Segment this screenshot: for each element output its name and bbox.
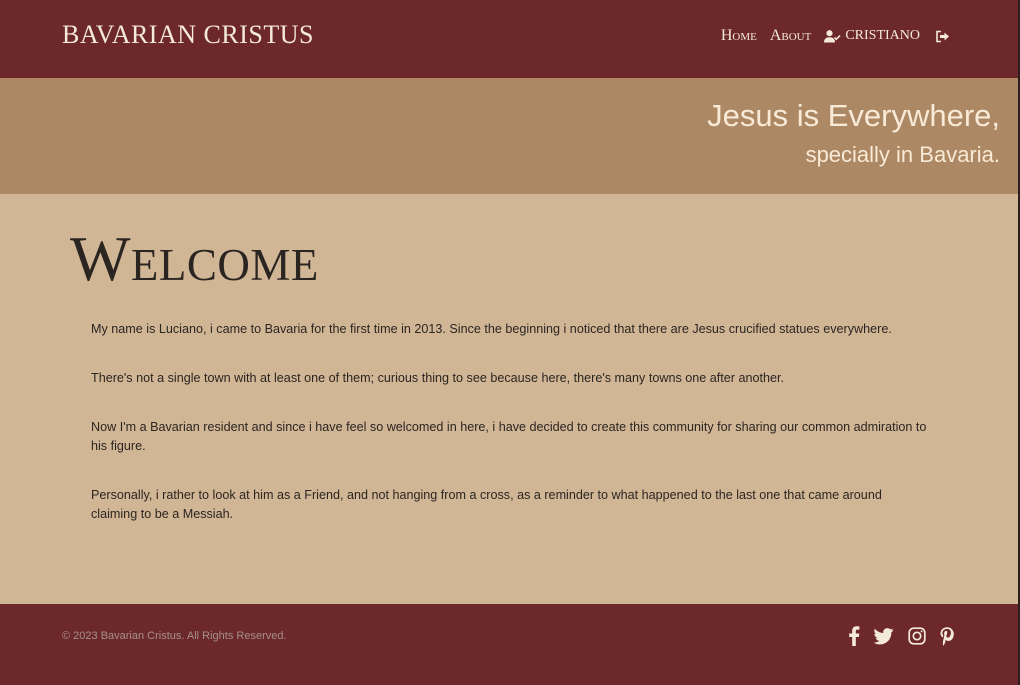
intro-text: My name is Luciano, i came to Bavaria fo… [91, 320, 931, 554]
paragraph: My name is Luciano, i came to Bavaria fo… [91, 322, 892, 336]
brand-logo[interactable]: BAVARIAN CRISTUS [62, 20, 314, 50]
user-check-icon [824, 29, 841, 43]
nav-home-link[interactable]: Home [721, 27, 757, 45]
twitter-icon[interactable] [873, 627, 894, 650]
copyright-text: © 2023 Bavarian Cristus. All Rights Rese… [62, 630, 287, 642]
user-profile-link[interactable]: CRISTIANO [824, 28, 920, 44]
main-nav: Home About CRISTIANO [721, 27, 950, 45]
hero-headline: Jesus is Everywhere, [707, 98, 1000, 133]
instagram-icon[interactable] [908, 627, 926, 650]
footer: © 2023 Bavarian Cristus. All Rights Rese… [0, 604, 1020, 685]
page-title: Welcome [70, 223, 319, 294]
paragraph: Personally, i rather to look at him as a… [91, 488, 882, 521]
logout-icon[interactable] [935, 30, 950, 43]
hero-banner: Jesus is Everywhere, specially in Bavari… [0, 78, 1020, 194]
paragraph: Now I'm a Bavarian resident and since i … [91, 420, 927, 453]
hero-subheadline: specially in Bavaria. [805, 142, 1000, 167]
facebook-icon[interactable] [848, 626, 860, 651]
user-name: CRISTIANO [845, 28, 920, 43]
paragraph: There's not a single town with at least … [91, 371, 784, 385]
nav-about-link[interactable]: About [770, 27, 812, 45]
pinterest-icon[interactable] [940, 626, 954, 651]
navbar: BAVARIAN CRISTUS Home About CRISTIANO [0, 0, 1020, 78]
main-content: Welcome My name is Luciano, i came to Ba… [0, 194, 1020, 604]
social-links [848, 626, 954, 651]
